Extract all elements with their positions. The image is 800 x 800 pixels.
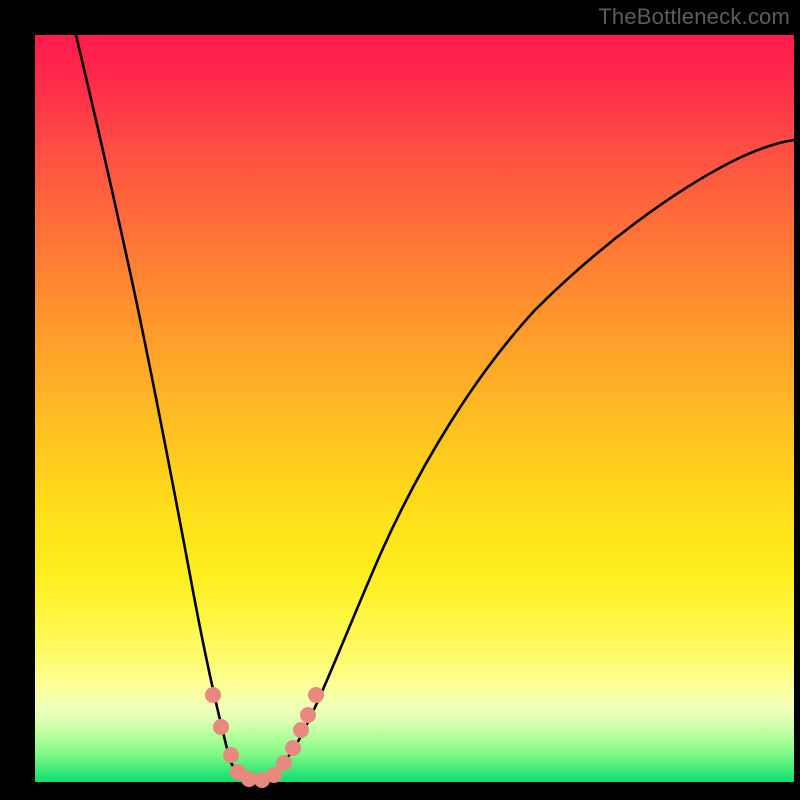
watermark-text: TheBottleneck.com <box>598 4 790 30</box>
curve-svg <box>35 35 794 782</box>
chart-frame: TheBottleneck.com <box>0 0 800 800</box>
data-dot <box>285 740 301 756</box>
data-dot <box>300 707 316 723</box>
data-dot <box>223 747 239 763</box>
data-dot <box>213 719 229 735</box>
data-dot <box>308 687 324 703</box>
data-dot <box>205 687 221 703</box>
bottleneck-curve <box>76 35 794 781</box>
data-dot <box>276 755 292 771</box>
data-dot <box>293 722 309 738</box>
plot-area <box>35 35 794 782</box>
